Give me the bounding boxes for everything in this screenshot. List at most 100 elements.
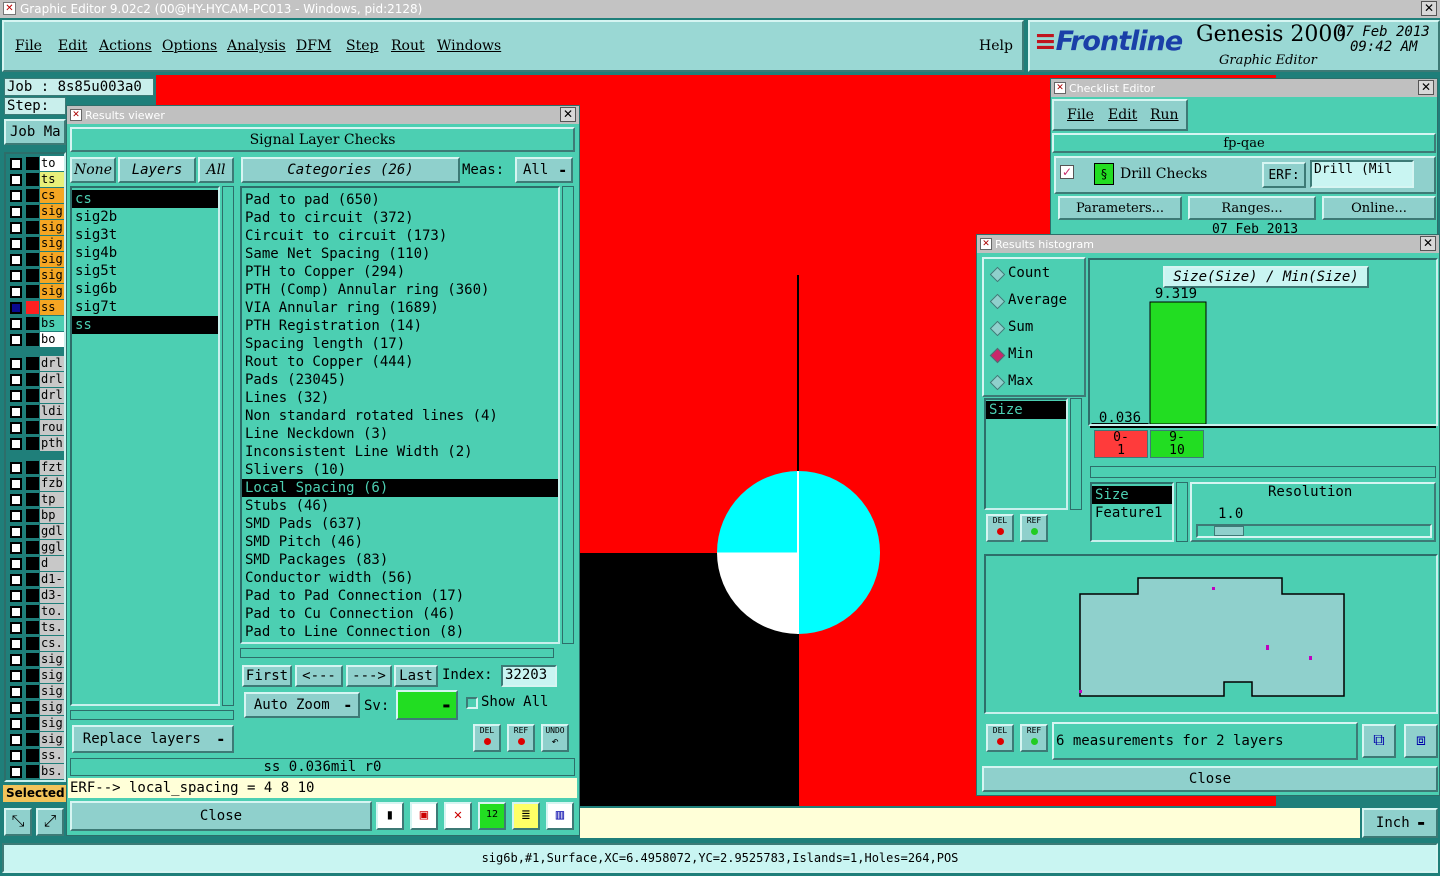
layer-row[interactable]: ss — [8, 300, 64, 315]
menu-edit[interactable]: Edit — [58, 38, 87, 54]
mode-average-radio[interactable]: Average — [990, 292, 1067, 308]
list-item[interactable]: Lines (32) — [242, 389, 558, 407]
layer-checkbox[interactable] — [10, 206, 22, 218]
auto-zoom-select[interactable]: Auto Zoom ▬ — [244, 692, 360, 718]
layer-checkbox[interactable] — [10, 174, 22, 186]
layer-row[interactable]: sig — [8, 684, 64, 699]
hist-ref-icon[interactable]: REF — [1020, 514, 1048, 542]
menu-dfm[interactable]: DFM — [296, 38, 331, 54]
list-item[interactable]: cs — [72, 190, 218, 208]
layer-checkbox[interactable] — [10, 606, 22, 618]
layer-row[interactable]: sig — [8, 668, 64, 683]
layer-row[interactable]: cs. — [8, 636, 64, 651]
report-icon[interactable]: ≣ — [512, 802, 540, 830]
list-item[interactable]: Size — [1092, 486, 1172, 504]
undo-icon[interactable]: UNDO ↶ — [541, 724, 569, 752]
layer-checkbox[interactable] — [10, 766, 22, 778]
layer-checkbox[interactable] — [10, 638, 22, 650]
layer-checkbox[interactable] — [10, 462, 22, 474]
histogram-close-icon[interactable]: ✕ — [1420, 236, 1436, 251]
layer-checkbox[interactable] — [10, 686, 22, 698]
layer-row[interactable]: sig — [8, 236, 64, 251]
layer-row[interactable]: ts — [8, 172, 64, 187]
layers-scrollbar[interactable] — [222, 186, 234, 706]
layer-checkbox[interactable] — [10, 358, 22, 370]
sv-color-select[interactable]: ▬ — [396, 690, 458, 720]
layer-row[interactable]: bp — [8, 508, 64, 523]
list-item[interactable]: sig6b — [72, 280, 218, 298]
mode-sum-radio[interactable]: Sum — [990, 319, 1033, 335]
layer-row[interactable]: fzt — [8, 460, 64, 475]
list-item[interactable]: SMD Pads (637) — [242, 515, 558, 533]
layer-row[interactable]: d3- — [8, 588, 64, 603]
layer-row[interactable]: sig — [8, 284, 64, 299]
units-select[interactable]: Inch ▬ — [1362, 808, 1438, 838]
list-item[interactable]: Same Net Spacing (110) — [242, 245, 558, 263]
attribute-list-scrollbar[interactable] — [1070, 398, 1082, 510]
layer-row[interactable]: sig — [8, 220, 64, 235]
layer-checkbox[interactable] — [10, 750, 22, 762]
histogram-features-list[interactable]: Size Feature1 — [1090, 482, 1174, 542]
layer-row[interactable]: bo — [8, 332, 64, 347]
layer-row[interactable]: ss. — [8, 748, 64, 763]
features-scrollbar[interactable] — [1176, 482, 1188, 542]
next-button[interactable]: ---> — [346, 665, 392, 687]
layer-row[interactable]: drl — [8, 372, 64, 387]
first-button[interactable]: First — [242, 665, 292, 687]
list-item[interactable]: Pad to circuit (372) — [242, 209, 558, 227]
board-ref-icon[interactable]: REF — [1020, 724, 1048, 752]
list-item[interactable]: PTH (Comp) Annular ring (360) — [242, 281, 558, 299]
histogram-close-button[interactable]: Close — [982, 766, 1438, 792]
menu-analysis[interactable]: Analysis — [227, 38, 286, 54]
online-button[interactable]: Online... — [1322, 196, 1436, 220]
layer-checkbox[interactable] — [10, 374, 22, 386]
list-item[interactable]: Line Neckdown (3) — [242, 425, 558, 443]
layer-checkbox[interactable] — [10, 654, 22, 666]
list-item[interactable]: Circuit to circuit (173) — [242, 227, 558, 245]
list-item[interactable]: Stubs (46) — [242, 497, 558, 515]
layer-row[interactable]: cs — [8, 188, 64, 203]
layer-checkbox[interactable] — [10, 702, 22, 714]
list-item[interactable]: PTH Registration (14) — [242, 317, 558, 335]
highlight-icon[interactable]: ▮ — [376, 802, 404, 830]
index-input[interactable]: 32203 — [501, 665, 557, 687]
layer-row[interactable]: gdl — [8, 524, 64, 539]
histogram-attribute-list[interactable]: Size — [984, 398, 1068, 510]
hist-del-icon[interactable]: DEL — [986, 514, 1014, 542]
list-item[interactable]: sig5t — [72, 262, 218, 280]
list-item[interactable]: Non standard rotated lines (4) — [242, 407, 558, 425]
results-viewer-close-icon[interactable]: ✕ — [560, 107, 576, 122]
categories-scrollbar[interactable] — [562, 186, 574, 644]
replace-layers-select[interactable]: Replace layers ▬ — [72, 725, 234, 753]
bin-label[interactable]: 0- 1 — [1094, 430, 1148, 458]
list-item[interactable]: Rout to Copper (444) — [242, 353, 558, 371]
checklist-menu-file[interactable]: File — [1067, 107, 1094, 123]
layer-checkbox[interactable] — [10, 590, 22, 602]
mode-min-radio[interactable]: Min — [990, 346, 1033, 362]
categories-hscroll[interactable] — [240, 648, 554, 658]
layer-row[interactable]: sig — [8, 268, 64, 283]
layer-checkbox[interactable] — [10, 734, 22, 746]
list-item[interactable]: sig7t — [72, 298, 218, 316]
last-button[interactable]: Last — [394, 665, 438, 687]
layer-row[interactable]: sig — [8, 700, 64, 715]
zoom-back-icon[interactable]: ⧈ — [1404, 724, 1438, 758]
list-item[interactable]: Pad to Cu Connection (46) — [242, 605, 558, 623]
layer-checkbox[interactable] — [10, 574, 22, 586]
layer-row[interactable]: d — [8, 556, 64, 571]
checklist-close-icon[interactable]: ✕ — [1418, 80, 1434, 95]
list-item[interactable]: VIA Annular ring (1689) — [242, 299, 558, 317]
list-item[interactable]: Pad to pad (650) — [242, 191, 558, 209]
layer-row[interactable]: sig — [8, 732, 64, 747]
list-item[interactable]: sig3t — [72, 226, 218, 244]
ranges-button[interactable]: Ranges... — [1188, 196, 1316, 220]
ref-icon[interactable]: REF — [507, 724, 535, 752]
list-item[interactable]: Pads (23045) — [242, 371, 558, 389]
mode-max-radio[interactable]: Max — [990, 373, 1033, 389]
show-all-checkbox[interactable] — [466, 697, 478, 709]
layer-checkbox[interactable] — [10, 526, 22, 538]
layer-row[interactable]: sig — [8, 252, 64, 267]
index-icon[interactable]: 12 — [478, 802, 506, 830]
layer-checkbox[interactable] — [10, 302, 22, 314]
layer-row[interactable]: fzb — [8, 476, 64, 491]
